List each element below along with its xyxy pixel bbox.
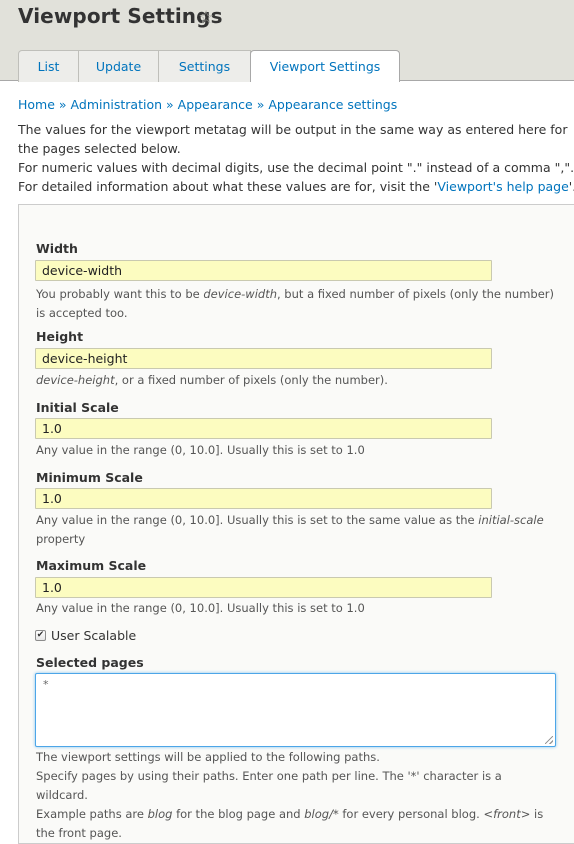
star-outline-icon[interactable]: ☆	[198, 7, 214, 28]
tab-list[interactable]: List	[18, 50, 79, 82]
maximum-scale-input[interactable]	[35, 577, 492, 598]
intro-line-3-prefix: For detailed information about what thes…	[18, 179, 438, 194]
minimum-scale-desc-prefix: Any value in the range (0, 10.0]. Usuall…	[36, 513, 479, 527]
selected-pages-desc-line-2: Specify pages by using their paths. Ente…	[36, 769, 502, 802]
desc-em: blog	[147, 807, 173, 821]
width-desc-em: device-width	[203, 287, 277, 301]
minimum-scale-input[interactable]	[35, 488, 492, 509]
tab-settings-label: Settings	[178, 59, 231, 74]
checkmark-icon: ✔	[36, 630, 45, 640]
breadcrumb-separator: »	[166, 97, 174, 112]
intro-line-3: For detailed information about what thes…	[18, 177, 574, 196]
viewport-help-link[interactable]: Viewport's help page	[437, 179, 568, 194]
breadcrumb: Home » Administration » Appearance » App…	[18, 97, 397, 112]
selected-pages-label: Selected pages	[36, 655, 144, 670]
width-desc-prefix: You probably want this to be	[36, 287, 204, 301]
page-header: Viewport Settings ☆ List Update Settings…	[0, 0, 574, 82]
user-scalable-label[interactable]: User Scalable	[51, 628, 136, 643]
tabs: List Update Settings Viewport Settings	[18, 50, 400, 82]
tab-viewport-settings[interactable]: Viewport Settings	[250, 50, 400, 82]
width-label: Width	[36, 241, 78, 256]
width-description: You probably want this to be device-widt…	[36, 285, 556, 323]
width-input[interactable]	[35, 260, 492, 281]
intro-line-2: For numeric values with decimal digits, …	[18, 160, 574, 175]
height-description: device-height, or a fixed number of pixe…	[36, 371, 556, 390]
selected-pages-description: The viewport settings will be applied to…	[36, 748, 556, 843]
tab-settings[interactable]: Settings	[158, 50, 251, 82]
initial-scale-label: Initial Scale	[36, 400, 119, 415]
selected-pages-desc-line-1: The viewport settings will be applied to…	[36, 750, 380, 764]
desc-em: blog/*	[304, 807, 339, 821]
desc-text: Example paths are	[36, 807, 148, 821]
breadcrumb-home[interactable]: Home	[18, 97, 55, 112]
breadcrumb-appearance-settings[interactable]: Appearance settings	[268, 97, 397, 112]
page-title-text: Viewport Settings	[18, 4, 223, 28]
user-scalable-row[interactable]: ✔ User Scalable	[35, 628, 136, 643]
minimum-scale-desc-em: initial-scale	[478, 513, 544, 527]
intro-line-3-suffix: '.	[568, 179, 574, 194]
minimum-scale-description: Any value in the range (0, 10.0]. Usuall…	[36, 511, 556, 549]
breadcrumb-separator: »	[58, 97, 67, 112]
intro-text: The values for the viewport metatag will…	[18, 120, 574, 196]
desc-em: <front>	[483, 807, 531, 821]
user-scalable-checkbox[interactable]: ✔	[35, 630, 46, 641]
tab-viewport-settings-label: Viewport Settings	[269, 59, 381, 74]
tab-update[interactable]: Update	[78, 50, 159, 82]
maximum-scale-label: Maximum Scale	[36, 558, 147, 573]
breadcrumb-appearance[interactable]: Appearance	[178, 97, 253, 112]
height-desc-suffix: , or a fixed number of pixels (only the …	[114, 373, 388, 387]
page-title: Viewport Settings	[18, 4, 223, 28]
initial-scale-input[interactable]	[35, 418, 492, 439]
minimum-scale-desc-suffix: property	[36, 532, 86, 546]
intro-line-1: The values for the viewport metatag will…	[18, 122, 568, 156]
tab-update-label: Update	[95, 59, 142, 74]
desc-text: for the blog page and	[172, 807, 305, 821]
desc-text: for every personal blog.	[338, 807, 484, 821]
minimum-scale-label: Minimum Scale	[36, 470, 143, 485]
selected-pages-desc-line-3: Example paths are blog for the blog page…	[36, 805, 556, 843]
height-desc-em: device-height	[36, 373, 115, 387]
height-label: Height	[36, 329, 84, 344]
maximum-scale-description: Any value in the range (0, 10.0]. Usuall…	[36, 601, 365, 615]
resize-handle-icon[interactable]	[545, 736, 553, 744]
selected-pages-textarea[interactable]: *	[35, 673, 556, 747]
tab-list-label: List	[37, 59, 60, 74]
height-input[interactable]	[35, 348, 492, 369]
breadcrumb-separator: »	[256, 97, 265, 112]
initial-scale-description: Any value in the range (0, 10.0]. Usuall…	[36, 443, 365, 457]
breadcrumb-administration[interactable]: Administration	[71, 97, 162, 112]
